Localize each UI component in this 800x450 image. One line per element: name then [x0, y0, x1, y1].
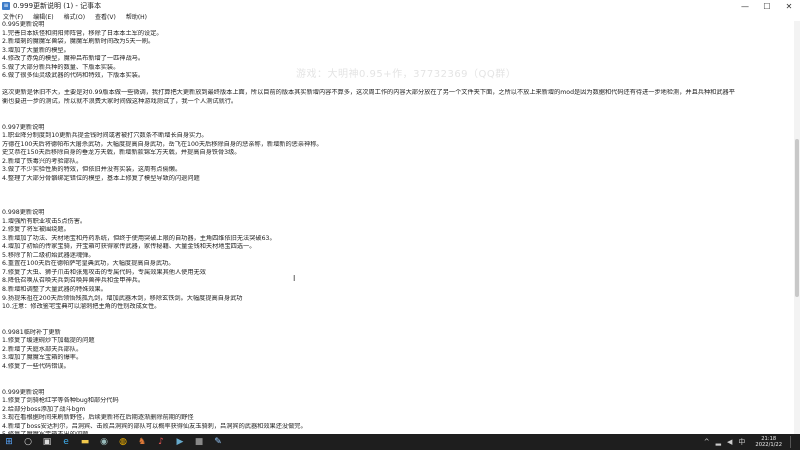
- vertical-scrollbar[interactable]: [794, 21, 800, 434]
- video-icon[interactable]: ▶: [174, 436, 186, 448]
- text-line: 这次更新是休旧不大，主要是对0.99版本做一些微调，我打算把大更新放到最终版本上…: [2, 89, 735, 97]
- i-beam-cursor-icon: I: [293, 274, 296, 283]
- text-line: [0, 380, 794, 389]
- menu-view[interactable]: 查看(V): [95, 12, 116, 21]
- text-line: 2.新增了铁毒兴的考验部队。: [2, 157, 83, 165]
- text-line: 3.增加了大量新的模型。: [2, 46, 70, 54]
- windows-start-icon[interactable]: ⊞: [3, 436, 15, 448]
- notepad-app-icon: ≡: [2, 2, 10, 10]
- text-line: 5.移除了阶二级初始武器迷魂弹。: [2, 251, 95, 259]
- text-line: 3.新增加了功法、天材地宝和丹药系统，但终于使用突破上限的自功器，主角四维依旧无…: [2, 234, 276, 242]
- taskbar-clock[interactable]: 21:18 2022/1/22: [755, 436, 782, 448]
- text-line: 3.增加了魔魔军宝箱的爆率。: [2, 354, 83, 362]
- music-icon[interactable]: ♪: [155, 436, 167, 448]
- task-view-icon[interactable]: ▣: [41, 436, 53, 448]
- text-line: 2.新增剩的魔魔军兽袋，魔魔军刷新时间改为5天一刷。: [2, 38, 155, 46]
- text-line: 0.9981临时补丁更新: [2, 328, 61, 336]
- clock-date: 2022/1/22: [755, 442, 782, 448]
- text-line: 10.注意：修改鉴宅宝典可以溜刺把主角的性别改成女性。: [2, 303, 161, 311]
- text-editor[interactable]: 0.995更新说明 1.完善日本妖怪和阴阳师阵营，移除了日本本土军的设定。 2.新增…: [0, 21, 794, 434]
- text-line: 9.扬提朱祖在200天后领悟残孤九剑，增加武器木剑，移除玄铁剑。大幅度提高自身武…: [2, 294, 243, 302]
- ime-icon[interactable]: 中: [738, 437, 745, 447]
- text-line: 1.修复了剑骑枪红字等各种bug和部分代码: [2, 397, 119, 405]
- text-line: 6.重置在100天后在德帕萨宅皇典武功，大幅度提高自身武功。: [2, 260, 175, 268]
- text-line: 1.职业降分制度到10更新兵提金钱时间或者被打穴数条不断增长自身实力。: [2, 132, 208, 140]
- text-line: 0.999更新说明: [2, 388, 45, 396]
- close-button[interactable]: ✕: [778, 0, 800, 12]
- game-icon[interactable]: ♞: [136, 436, 148, 448]
- text-line: 4.新增了boss安达利尔，吕洞宾、击败吕洞宾的部队可以概率获得仙友玉骑刺，吕洞…: [2, 422, 307, 430]
- menu-help[interactable]: 帮助(H): [126, 12, 147, 21]
- text-line: [0, 115, 794, 124]
- scrollbar-thumb[interactable]: [795, 139, 799, 297]
- search-icon[interactable]: ○: [22, 436, 34, 448]
- menu-file[interactable]: 文件(F): [3, 12, 23, 21]
- text-line: 3.做了不少实验性质的特效，但依旧并没有实装，这周有点偷懒。: [2, 166, 182, 174]
- text-line: 3.现在看根据时间来刷新野怪，后续更新将在后期逐渐删除前期的野怪: [2, 414, 194, 422]
- text-line: 2.新增了天庭水部天兵部队。: [2, 345, 83, 353]
- text-line: 1.完善日本妖怪和阴阳师阵营，移除了日本本土军的设定。: [2, 29, 163, 37]
- text-line: [0, 200, 794, 209]
- text-line: [0, 81, 794, 90]
- text-line: 方德在100天后将德帕布大屠杀武功，大幅度提高自身武功，岳飞在100天后移除自身…: [2, 140, 323, 148]
- volume-icon[interactable]: ◀: [727, 438, 732, 446]
- menu-bar: 文件(F) 编辑(E) 格式(O) 查看(V) 帮助(H): [0, 12, 800, 21]
- text-line: 4.整理了大部分骨骼绑定错位的模型，基本上修复了模型导致的闪退问题: [2, 174, 200, 182]
- text-line: 0.997更新说明: [2, 123, 45, 131]
- show-desktop-button[interactable]: [790, 436, 796, 448]
- text-line: 8.新增和调整了大量武器的特殊效果。: [2, 285, 107, 293]
- text-line: 0.995更新说明: [2, 21, 45, 28]
- steam-icon[interactable]: ◉: [98, 436, 110, 448]
- window-controls: — ☐ ✕: [734, 0, 800, 12]
- system-tray: ^ ▂ ◀ 中 21:18 2022/1/22: [704, 434, 796, 450]
- text-line: [0, 183, 794, 192]
- text-line: 2.给部分boss添加了战斗bgm: [2, 405, 86, 413]
- text-line: 1.增强所有职业攻击5点伤害。: [2, 217, 87, 225]
- edge-browser-icon[interactable]: e: [60, 436, 72, 448]
- text-line: 衡也要进一步的测试，所以就不浪费大家时间做这种游戏测试了，我一个人测试就行。: [2, 97, 238, 105]
- menu-edit[interactable]: 编辑(E): [33, 12, 53, 21]
- text-line: 4.修改了赤兔的模型，魔神吕布新增了一匹神战马。: [2, 55, 145, 63]
- text-line: 7.修复了大虫、狮子爪击和张鬼攻击的专属代码，专属效果其他人使用无效: [2, 268, 206, 276]
- text-line: 0.998更新说明: [2, 209, 45, 217]
- text-line: [0, 320, 794, 329]
- window-titlebar[interactable]: ≡ 0.999更新说明 (1) - 记事本 — ☐ ✕: [0, 0, 800, 12]
- text-lines: 0.995更新说明 1.完善日本妖怪和阴阳师阵营，移除了日本本土军的设定。 2.新增…: [0, 21, 794, 434]
- taskbar: ⊞ ○ ▣ e ▬ ◉ ◍ ♞ ♪ ▶ ■ ✎: [0, 434, 800, 450]
- notepad-icon[interactable]: ✎: [212, 436, 224, 448]
- network-icon[interactable]: ▂: [716, 438, 721, 446]
- file-explorer-icon[interactable]: ▬: [79, 436, 91, 448]
- text-line: [0, 192, 794, 201]
- minimize-button[interactable]: —: [734, 0, 756, 12]
- text-line: 史艾恭在150天后移除自身的垂龙方天戟，新增新款锦军方天戟，并提高自身铁骨3级。: [2, 149, 241, 157]
- maximize-button[interactable]: ☐: [756, 0, 778, 12]
- app-icon[interactable]: ■: [193, 436, 205, 448]
- window-title: 0.999更新说明 (1) - 记事本: [13, 2, 102, 10]
- chrome-icon[interactable]: ◍: [117, 436, 129, 448]
- text-line: 1.修复了缓速碗炒下加载提的问题: [2, 337, 95, 345]
- text-line: 4.增加了初始的传家宝骑，开宝箱可获得家传武器，家传秘籍、大量金钱和天材地宝四选…: [2, 243, 256, 251]
- menu-format[interactable]: 格式(O): [64, 12, 85, 21]
- text-line: [0, 106, 794, 115]
- text-line: [0, 312, 794, 321]
- text-line: 8.降低召唤从召唤天兵到召唤异兽神兵和金甲神兵。: [2, 277, 145, 285]
- text-line: [0, 371, 794, 380]
- watermark-text: 游戏：大明神0.95+作，37732369（QQ群）: [296, 69, 517, 80]
- text-line: 4.修复了一些代码错误。: [2, 362, 70, 370]
- text-line: 2.修复了将军被围绕题。: [2, 226, 70, 234]
- chevron-up-icon[interactable]: ^: [704, 438, 710, 446]
